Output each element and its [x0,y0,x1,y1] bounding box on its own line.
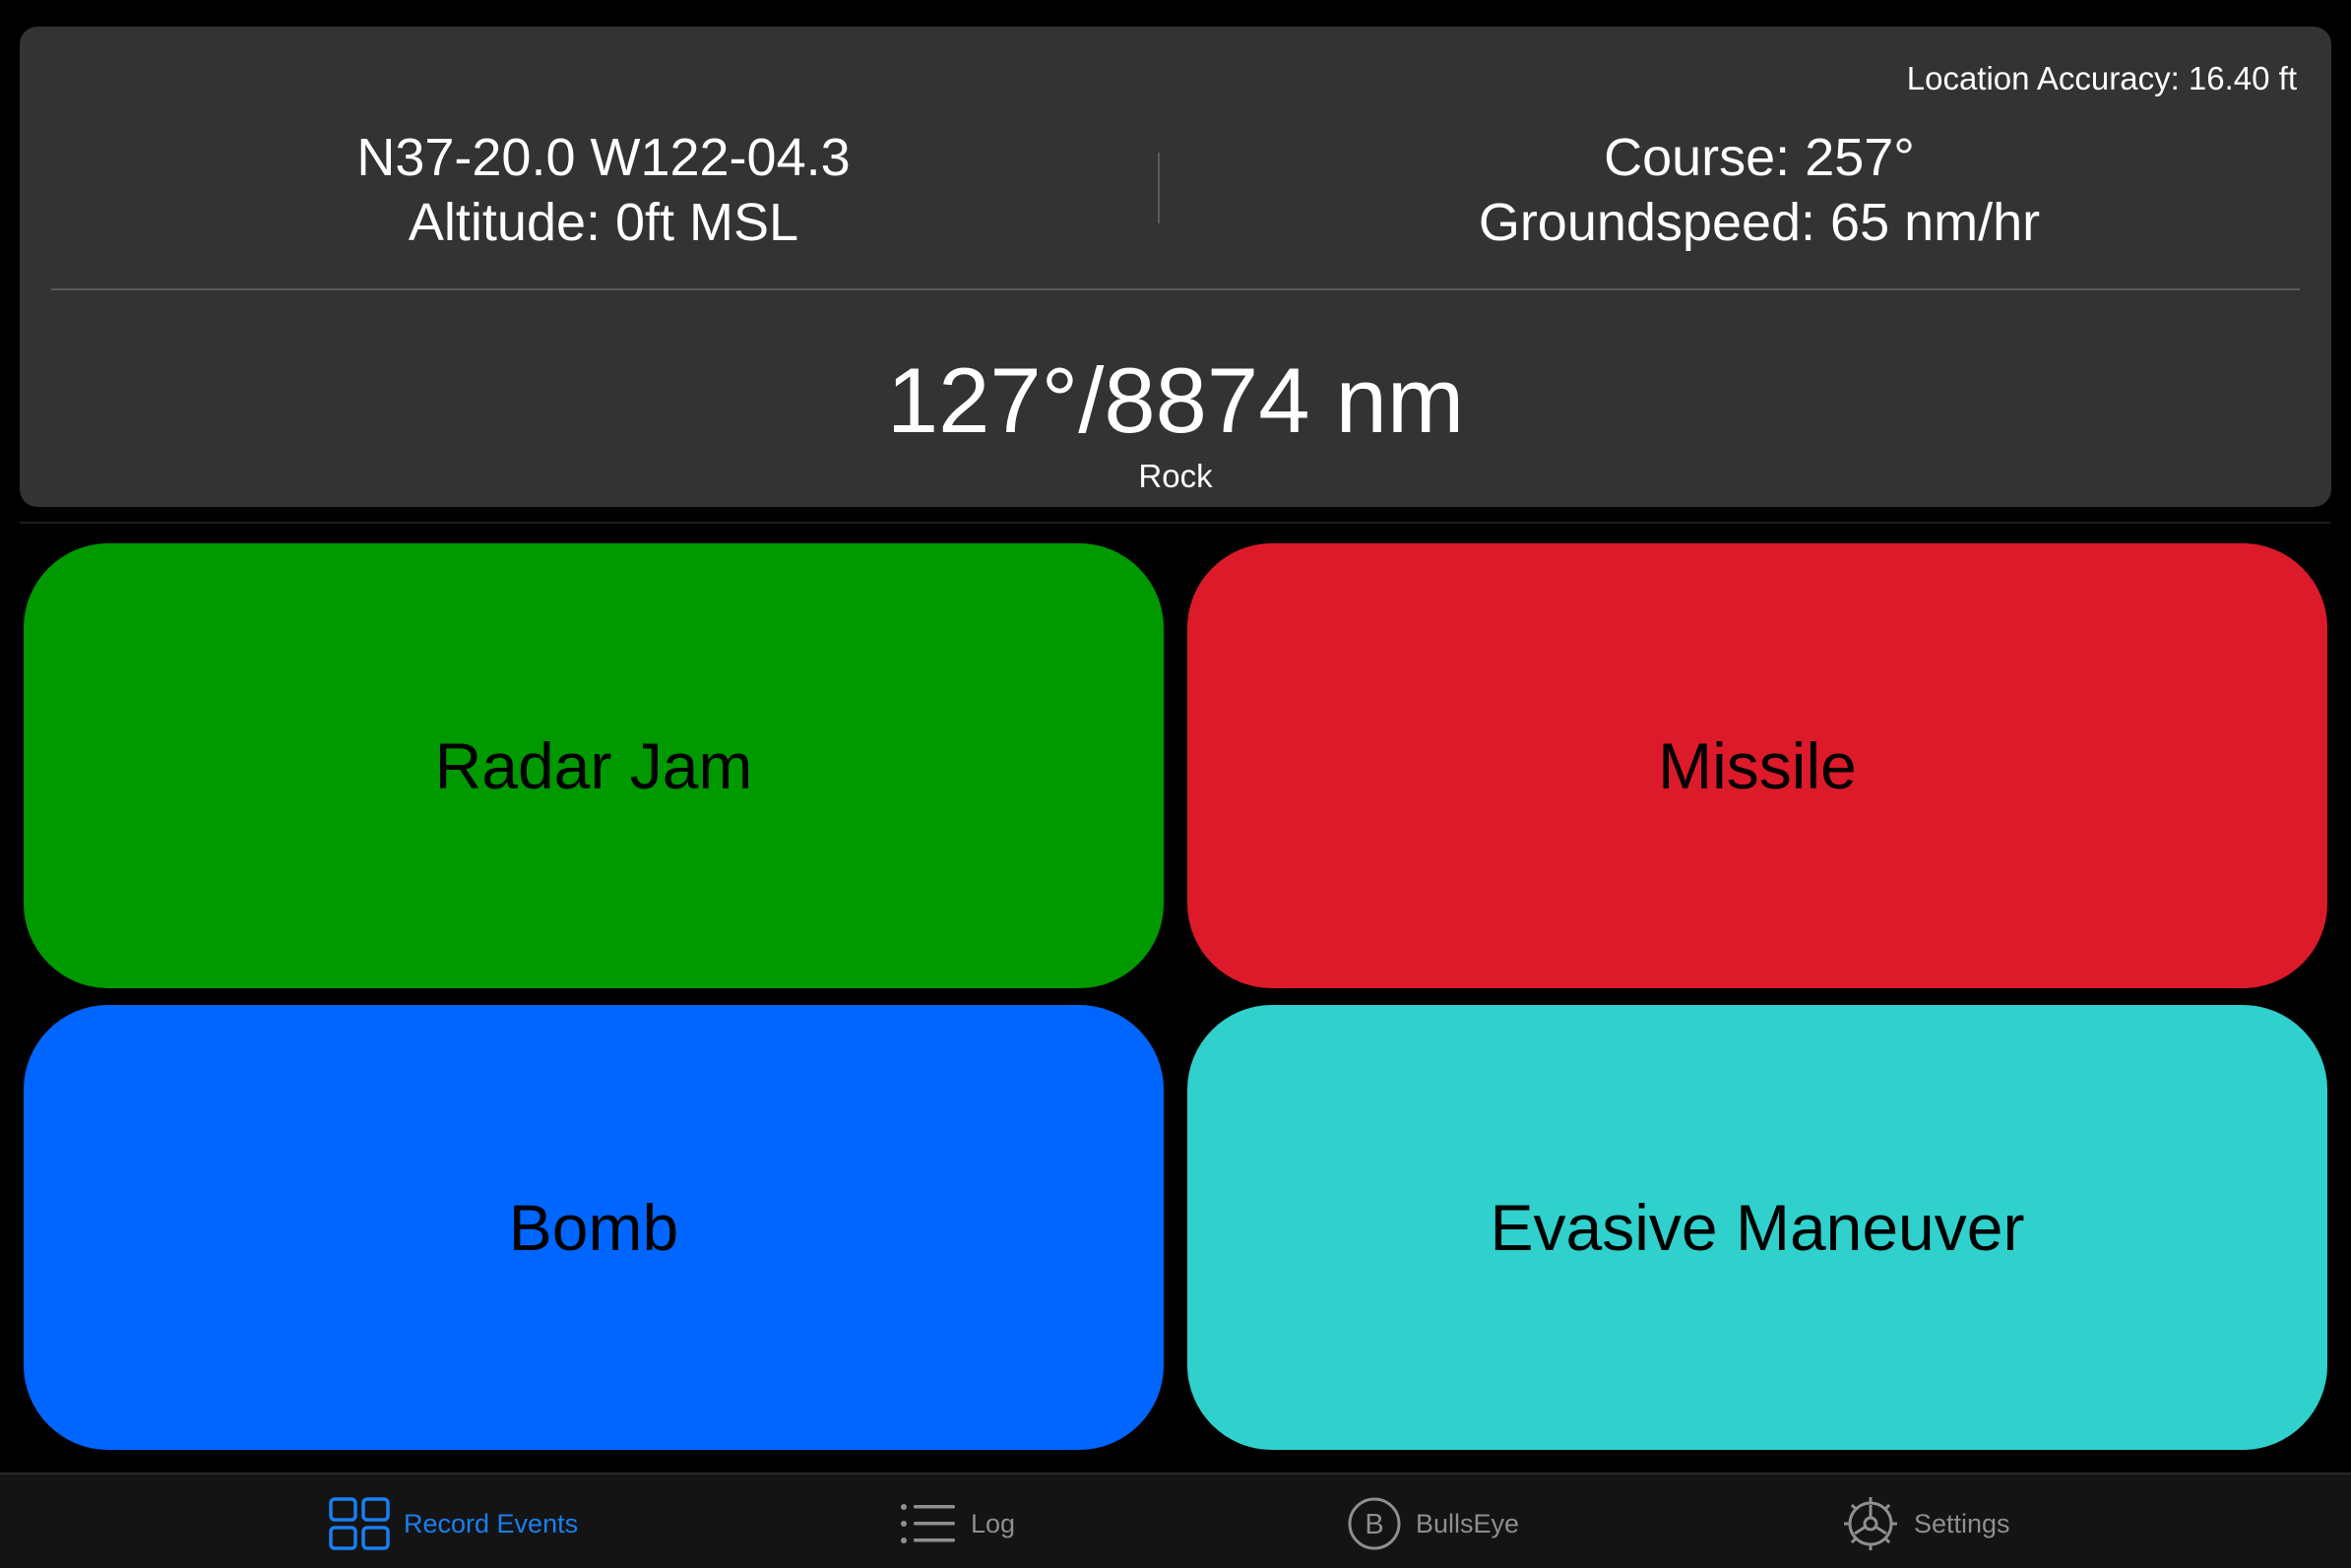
location-accuracy: Location Accuracy: 16.40 ft [1906,60,2297,96]
evasive-maneuver-label: Evasive Maneuver [1490,1191,2025,1264]
tab-settings-label: Settings [1914,1508,2010,1538]
course-text: Course: 257° [1604,128,1915,187]
tab-settings[interactable]: Settings [1841,1494,2010,1553]
location-info-panel: Location Accuracy: 16.40 ft N37-20.0 W12… [20,27,2331,507]
radar-jam-button[interactable]: Radar Jam [24,543,1164,988]
bearing-distance: 127°/8874 nm [886,348,1465,452]
bomb-label: Bomb [508,1191,679,1264]
gear-icon [1841,1494,1900,1553]
horizontal-divider [51,288,2300,290]
missile-button[interactable]: Missile [1187,543,2327,988]
bomb-button[interactable]: Bomb [24,1005,1164,1450]
missile-label: Missile [1658,729,1857,802]
bullseye-b-icon: B [1347,1496,1402,1551]
list-icon [900,1502,957,1545]
position-column: N37-20.0 W122-04.3 Altitude: 0ft MSL [20,125,1187,255]
bullseye-target-name: Rock [1138,458,1213,494]
svg-text:B: B [1365,1509,1383,1540]
section-divider [20,522,2331,524]
motion-column: Course: 257° Groundspeed: 65 nm/hr [1187,125,2331,255]
radar-jam-label: Radar Jam [434,729,753,802]
tab-log[interactable]: Log [900,1494,1015,1553]
tab-record-events[interactable]: Record Events [329,1494,578,1553]
tab-record-events-label: Record Events [404,1508,579,1538]
altitude-text: Altitude: 0ft MSL [408,193,799,252]
evasive-maneuver-button[interactable]: Evasive Maneuver [1187,1005,2327,1450]
groundspeed-text: Groundspeed: 65 nm/hr [1478,193,2041,252]
vertical-divider [1158,153,1160,223]
screen: Location Accuracy: 16.40 ft N37-20.0 W12… [0,0,2351,1568]
tab-log-label: Log [971,1508,1016,1538]
grid-icon [329,1497,390,1550]
tab-bullseye-label: BullsEye [1416,1508,1520,1538]
tab-bullseye[interactable]: B BullsEye [1347,1494,1519,1553]
coordinates-text: N37-20.0 W122-04.3 [356,128,851,187]
tab-bar: Record Events Log B BullsEye Settings [0,1473,2351,1568]
